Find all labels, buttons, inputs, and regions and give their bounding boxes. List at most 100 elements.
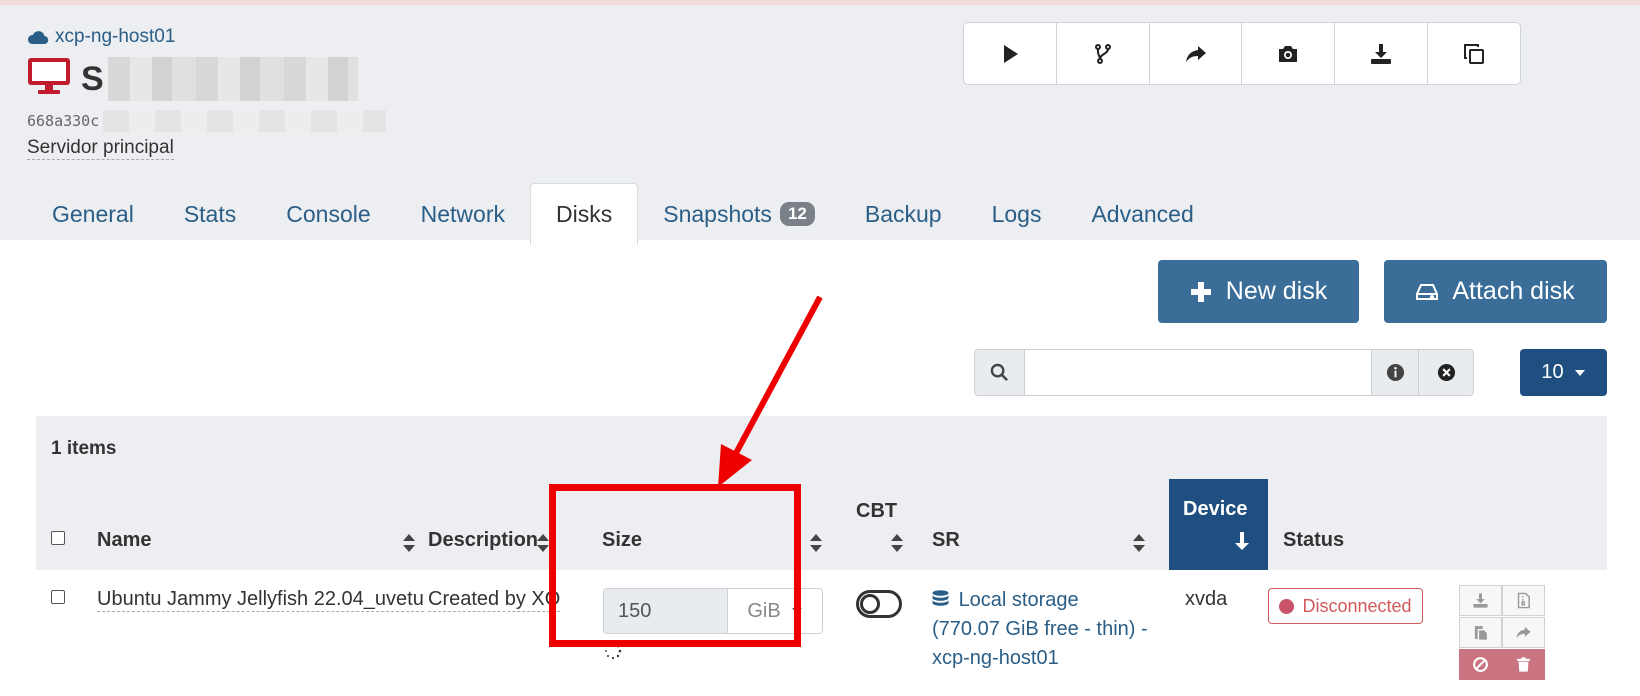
export-disk-file-button[interactable] bbox=[1502, 585, 1545, 616]
cbt-toggle[interactable] bbox=[856, 590, 902, 618]
forget-disk-button[interactable] bbox=[1459, 649, 1502, 680]
disk-size-value[interactable]: 150 bbox=[604, 589, 728, 633]
column-description-header[interactable]: Description bbox=[428, 529, 538, 552]
row-checkbox[interactable] bbox=[51, 590, 65, 604]
sort-icon[interactable] bbox=[890, 533, 904, 553]
tab-console[interactable]: Console bbox=[261, 183, 395, 245]
search-addon bbox=[975, 350, 1025, 395]
loading-spinner-icon bbox=[605, 642, 622, 660]
sort-icon[interactable] bbox=[809, 533, 823, 553]
sort-icon[interactable] bbox=[536, 533, 550, 553]
attach-disk-button[interactable]: Attach disk bbox=[1384, 260, 1607, 323]
status-dot-icon bbox=[1279, 598, 1295, 614]
disk-description[interactable]: Created by XO bbox=[428, 588, 561, 612]
column-status-header: Status bbox=[1283, 529, 1345, 551]
disk-device: xvda bbox=[1185, 588, 1228, 610]
tab-backup[interactable]: Backup bbox=[840, 183, 967, 245]
share-icon bbox=[1185, 45, 1206, 62]
vm-description[interactable]: Servidor principal bbox=[27, 137, 174, 160]
search-clear-button[interactable] bbox=[1418, 350, 1473, 395]
column-device-label: Device bbox=[1183, 498, 1248, 520]
new-disk-label: New disk bbox=[1225, 277, 1328, 305]
tab-snapshots[interactable]: Snapshots 12 bbox=[638, 183, 840, 245]
search-icon bbox=[990, 363, 1008, 381]
select-all-checkbox[interactable] bbox=[51, 531, 65, 545]
disk-size-unit-dropdown[interactable]: GiB bbox=[728, 589, 822, 633]
column-sr-header[interactable]: SR bbox=[932, 529, 960, 552]
migrate-disk-button[interactable] bbox=[1502, 617, 1545, 648]
export-button[interactable] bbox=[1335, 23, 1429, 84]
paste-icon bbox=[1474, 626, 1487, 640]
sort-icon[interactable] bbox=[402, 533, 416, 553]
fork-icon bbox=[1094, 43, 1111, 64]
sr-link-label: Local storage (770.07 GiB free - thin) -… bbox=[932, 589, 1148, 669]
info-icon bbox=[1386, 363, 1404, 382]
share-icon bbox=[1516, 626, 1531, 639]
vm-header: xcp-ng-host01 S 668a330c Servidor princi… bbox=[0, 5, 1640, 245]
column-cbt-header[interactable]: CBT bbox=[856, 500, 897, 523]
download-icon bbox=[1371, 43, 1392, 64]
search-box bbox=[974, 349, 1474, 396]
sort-icon[interactable] bbox=[1132, 533, 1146, 553]
file-archive-icon bbox=[1517, 592, 1530, 609]
disk-size-unit: GiB bbox=[747, 599, 781, 622]
vm-uuid-redacted bbox=[103, 110, 387, 132]
search-help-button[interactable] bbox=[1371, 350, 1418, 395]
delete-disk-button[interactable] bbox=[1502, 649, 1545, 680]
tab-snapshots-label: Snapshots bbox=[663, 200, 772, 227]
ban-icon bbox=[1473, 657, 1488, 672]
download-icon bbox=[1473, 593, 1488, 608]
disks-table: 1 items Name Description Size CBT SR Dev… bbox=[36, 416, 1607, 696]
snapshots-count-badge: 12 bbox=[779, 202, 815, 226]
column-device-header[interactable]: Device bbox=[1169, 479, 1268, 570]
status-label: Disconnected bbox=[1302, 595, 1412, 616]
tab-advanced[interactable]: Advanced bbox=[1066, 183, 1218, 245]
tab-disks[interactable]: Disks bbox=[530, 183, 639, 245]
column-size-header[interactable]: Size bbox=[602, 529, 642, 552]
vm-uuid: 668a330c bbox=[27, 110, 387, 132]
tab-general[interactable]: General bbox=[27, 183, 159, 245]
monitor-icon bbox=[28, 58, 70, 94]
items-count: 1 items bbox=[51, 438, 117, 459]
vm-name-redacted bbox=[107, 57, 358, 101]
status-badge[interactable]: Disconnected bbox=[1268, 588, 1423, 624]
tab-stats[interactable]: Stats bbox=[159, 183, 261, 245]
copy-icon bbox=[1464, 43, 1485, 64]
search-input[interactable] bbox=[1025, 350, 1371, 395]
fast-clone-button[interactable] bbox=[1057, 23, 1150, 84]
host-link-label: xcp-ng-host01 bbox=[55, 26, 176, 47]
new-disk-button[interactable]: New disk bbox=[1158, 260, 1359, 323]
trash-icon bbox=[1517, 657, 1530, 672]
page-size-value: 10 bbox=[1541, 361, 1564, 383]
disk-name[interactable]: Ubuntu Jammy Jellyfish 22.04_uvetu bbox=[97, 588, 424, 612]
disks-page: xcp-ng-host01 S 668a330c Servidor princi… bbox=[0, 0, 1640, 696]
disk-size-input[interactable]: 150 GiB bbox=[603, 588, 823, 634]
page-size-dropdown[interactable]: 10 bbox=[1520, 349, 1607, 396]
copy-button[interactable] bbox=[1428, 23, 1520, 84]
column-name-header[interactable]: Name bbox=[97, 529, 151, 552]
tab-logs[interactable]: Logs bbox=[967, 183, 1067, 245]
play-icon bbox=[1003, 44, 1018, 63]
migrate-button[interactable] bbox=[1150, 23, 1243, 84]
vm-name-initial: S bbox=[81, 59, 104, 98]
database-icon bbox=[932, 590, 949, 606]
sr-link[interactable]: Local storage (770.07 GiB free - thin) -… bbox=[932, 586, 1152, 673]
cloud-icon bbox=[27, 31, 49, 45]
tab-network[interactable]: Network bbox=[396, 183, 530, 245]
copy-disk-button[interactable] bbox=[1459, 617, 1502, 648]
clear-icon bbox=[1437, 363, 1455, 382]
vm-name: S bbox=[81, 57, 358, 101]
attach-disk-label: Attach disk bbox=[1452, 277, 1575, 305]
caret-down-icon bbox=[1574, 369, 1585, 376]
host-link[interactable]: xcp-ng-host01 bbox=[27, 26, 175, 48]
camera-icon bbox=[1279, 45, 1298, 62]
vm-uuid-prefix: 668a330c bbox=[27, 112, 100, 130]
snapshot-button[interactable] bbox=[1242, 23, 1336, 84]
start-button[interactable] bbox=[964, 23, 1057, 84]
vm-toolbar bbox=[963, 22, 1521, 85]
export-disk-button[interactable] bbox=[1459, 585, 1502, 616]
arrow-down-icon bbox=[1235, 532, 1249, 550]
plus-icon bbox=[1190, 281, 1211, 302]
tab-bar: General Stats Console Network Disks Snap… bbox=[27, 183, 1219, 245]
caret-down-icon bbox=[791, 608, 802, 614]
